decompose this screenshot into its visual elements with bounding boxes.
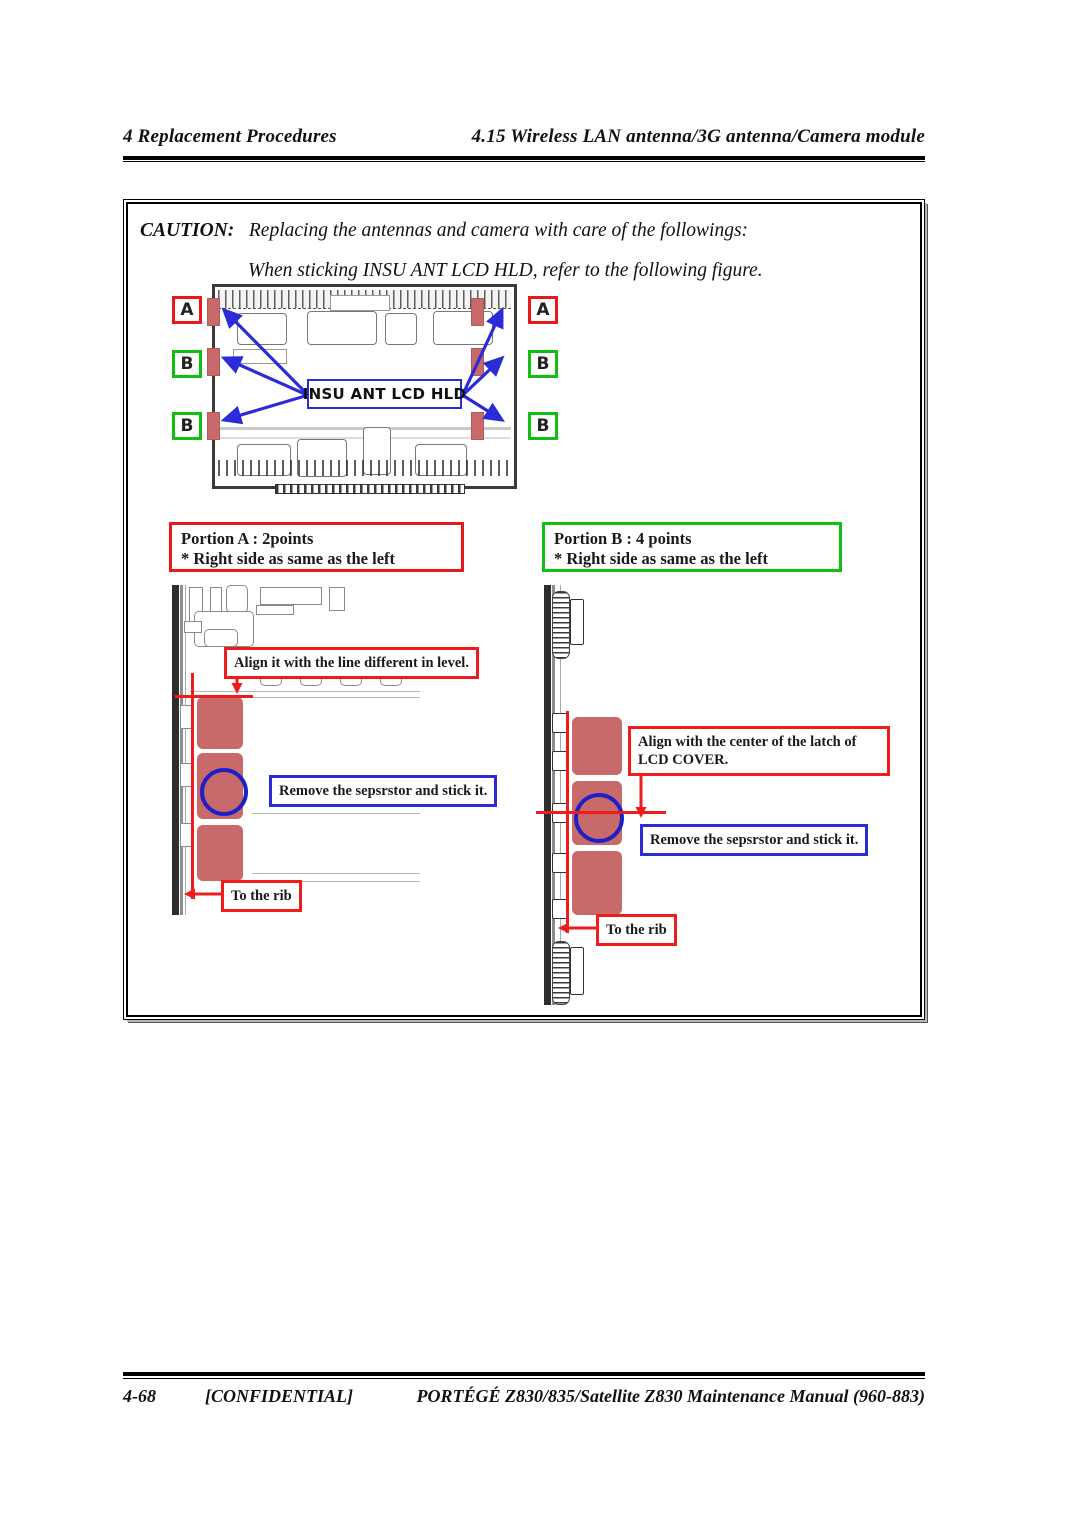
callout-align-latch-center: Align with the center of the latch of LC… [628,726,890,776]
callout-align-line-2: LCD COVER. [638,752,729,768]
hinge-coil-bottom [552,941,570,1005]
cover-contour [252,873,420,874]
lcd-panel-diagram: INSU ANT LCD HLD A B B A B B [172,284,572,504]
tag-b-right-upper: B [528,350,558,378]
cover-rib [226,585,248,613]
insu-ant-callout: INSU ANT LCD HLD [303,379,466,409]
portion-b-line-2: * Right side as same as the left [554,549,769,568]
cover-rib [256,605,294,615]
cover-edge-grey [180,585,183,915]
header-rule [123,156,925,160]
cover-edge-dark [544,585,551,1005]
callout-to-the-rib: To the rib [221,880,302,912]
tag-a-left: A [172,296,202,324]
portion-a-line-2: * Right side as same as the left [181,549,396,568]
detail-view-portion-a: Align it with the line different in leve… [164,585,524,935]
tag-b-left-lower: B [172,412,202,440]
cover-edge-dark [172,585,179,915]
footer-manual-title: PORTÉGÉ Z830/835/Satellite Z830 Maintena… [416,1386,925,1406]
adhesive-pad [572,717,622,775]
tag-a-right: A [528,296,558,324]
callout-to-the-rib: To the rib [596,914,677,946]
portion-b-line-1: Portion B : 4 points [554,529,692,548]
separator-circle [574,793,624,843]
hinge-coil-top [552,591,570,659]
separator-circle [200,768,248,816]
callout-align-level: Align it with the line different in leve… [224,647,479,679]
cover-rib [184,621,202,633]
tag-b-right-lower: B [528,412,558,440]
footer-confidential: [CONFIDENTIAL] [205,1386,354,1406]
red-guide-vertical [566,711,569,933]
cover-rib [329,587,345,611]
portion-b-caption: Portion B : 4 points * Right side as sam… [542,522,842,572]
footer-rule [123,1372,925,1376]
cover-contour [252,813,420,814]
red-guide-vertical [191,673,194,899]
portion-a-caption: Portion A : 2points * Right side as same… [169,522,464,572]
manual-page: 4 Replacement Procedures 4.15 Wireless L… [0,0,1080,1528]
tag-b-left-upper: B [172,350,202,378]
adhesive-pad [197,697,243,749]
page-footer: 4-68 [CONFIDENTIAL] PORTÉGÉ Z830/835/Sat… [123,1372,925,1418]
header-section-title: 4 Replacement Procedures [123,126,337,147]
latch-slot [204,629,238,647]
portion-a-line-1: Portion A : 2points [181,529,314,548]
caution-box: CAUTION: Replacing the antennas and came… [123,199,925,1020]
header-rule-thin [123,161,925,162]
callout-remove-separator: Remove the sepsrstor and stick it. [269,775,498,807]
latch-bottom [570,947,584,995]
cover-rib [260,587,322,605]
header-subsection-title: 4.15 Wireless LAN antenna/3G antenna/Cam… [471,126,925,147]
page-header: 4 Replacement Procedures 4.15 Wireless L… [123,126,925,162]
adhesive-pad [572,851,622,915]
callout-align-line-1: Align with the center of the latch of [638,734,857,750]
callout-remove-separator: Remove the sepsrstor and stick it. [640,824,869,856]
cover-edge-line [185,585,186,915]
footer-rule-thin [123,1378,925,1379]
detail-view-portion-b: Align with the center of the latch of LC… [536,585,916,1015]
red-arrow-down [635,775,647,818]
footer-page-number: 4-68 [123,1386,156,1406]
adhesive-pad [197,825,243,881]
figure-area: INSU ANT LCD HLD A B B A B B Portion A :… [124,200,922,1017]
latch-top [570,599,584,645]
red-guide-horizontal [175,695,253,698]
